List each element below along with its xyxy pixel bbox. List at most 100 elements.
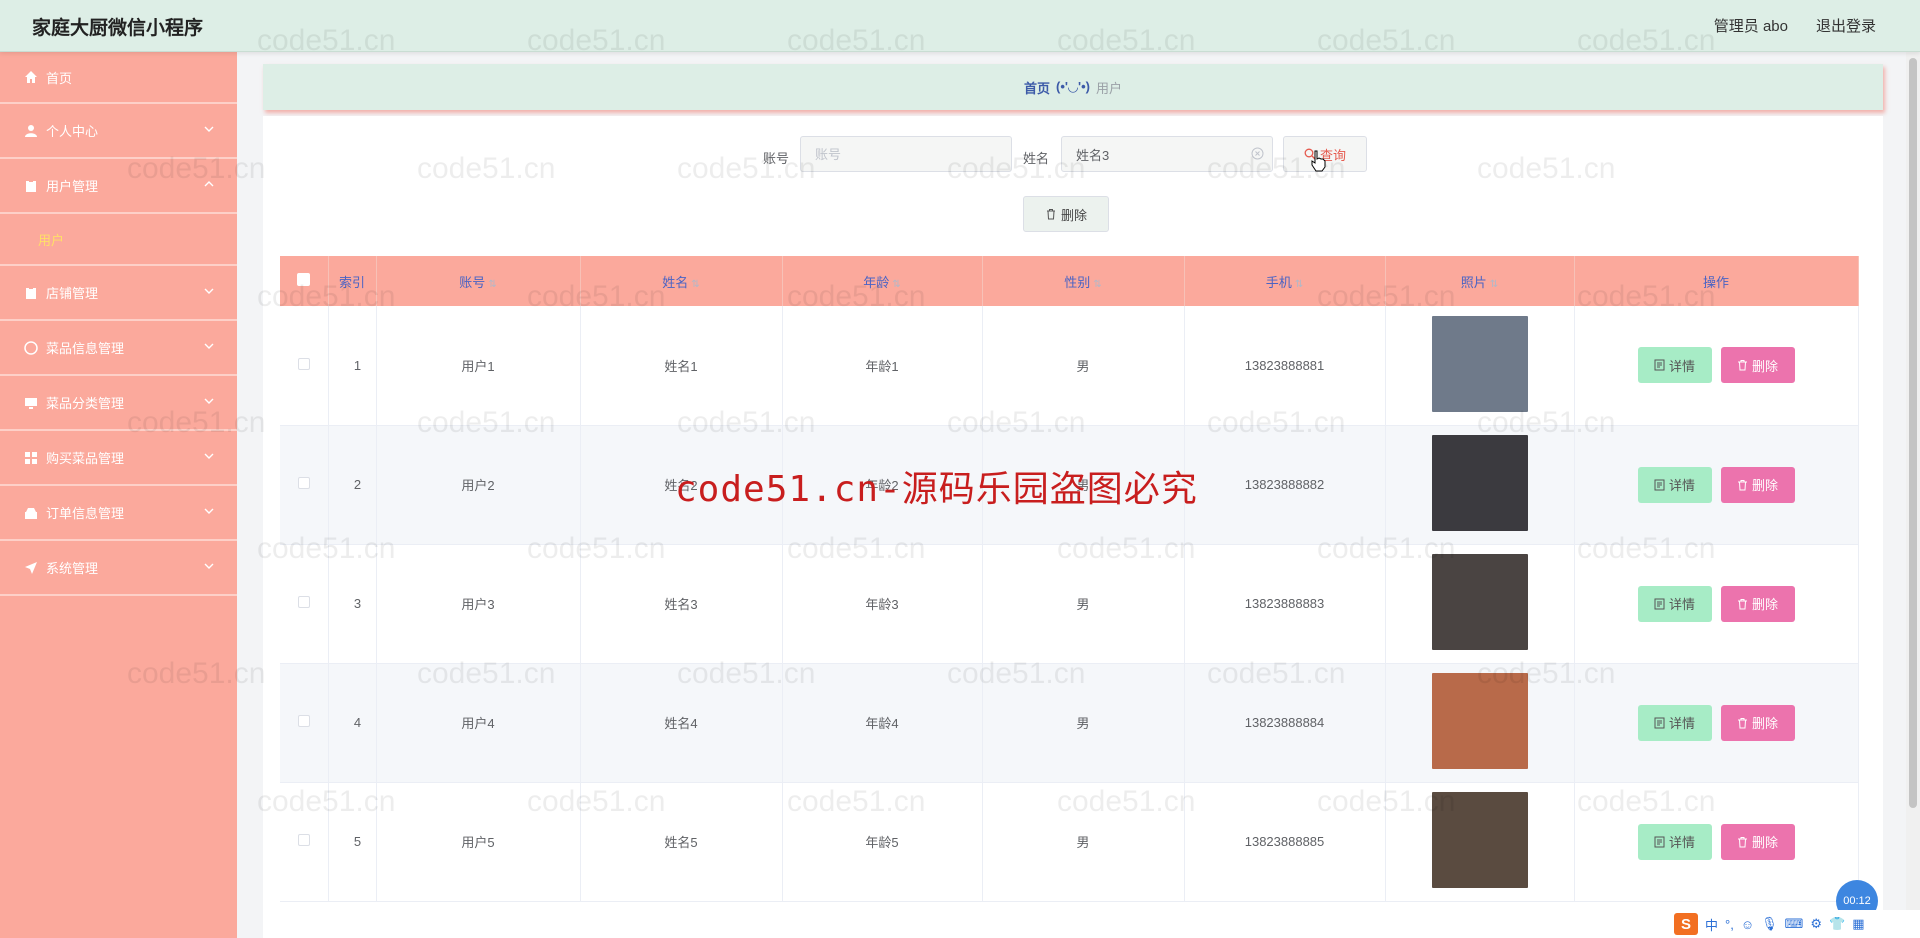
breadcrumb-home[interactable]: 首页	[1024, 78, 1050, 97]
sort-icon[interactable]: ⇅	[1295, 279, 1303, 290]
select-all-cell[interactable]	[280, 256, 329, 306]
batch-delete-button[interactable]: 删除	[1023, 196, 1109, 232]
sort-icon[interactable]: ⇅	[1093, 279, 1101, 290]
ime-logo[interactable]: S	[1674, 913, 1698, 935]
delete-button[interactable]: 删除	[1720, 585, 1795, 622]
row-checkbox[interactable]	[297, 715, 310, 727]
sidebar-item-home[interactable]: 首页	[0, 52, 237, 104]
trash-icon	[1737, 717, 1747, 728]
emoji-icon[interactable]: ☺	[1741, 917, 1754, 932]
chevron-down-icon	[204, 398, 214, 404]
chevron-down-icon	[204, 288, 214, 294]
ime-language[interactable]: 中	[1705, 915, 1718, 934]
row-checkbox[interactable]	[297, 596, 310, 608]
send-icon	[24, 561, 38, 575]
sidebar-item-shop-management[interactable]: 店铺管理	[0, 266, 237, 321]
sidebar-item-dish-category[interactable]: 菜品分类管理	[0, 376, 237, 431]
header-age[interactable]: 年龄 ⇅	[782, 256, 983, 306]
sidebar-item-label: 系统管理	[46, 561, 99, 576]
cell-gender: 男	[982, 663, 1185, 783]
logout-button[interactable]: 退出登录	[1816, 15, 1876, 36]
cell-actions: 详情 删除	[1574, 663, 1859, 783]
sidebar-item-purchase-dish[interactable]: 购买菜品管理	[0, 431, 237, 486]
detail-button[interactable]: 详情	[1637, 466, 1712, 503]
microphone-icon[interactable]: 🎙	[1761, 916, 1778, 932]
vertical-scrollbar[interactable]	[1906, 52, 1920, 938]
chevron-down-icon	[204, 508, 214, 514]
user-photo[interactable]	[1431, 554, 1528, 650]
row-checkbox[interactable]	[297, 477, 310, 489]
header-gender[interactable]: 性别 ⇅	[982, 256, 1185, 306]
cell-index: 3	[328, 544, 377, 664]
header-age-label: 年龄	[863, 274, 890, 290]
user-photo[interactable]	[1431, 315, 1528, 412]
sort-icon[interactable]: ⇅	[892, 279, 900, 290]
row-select-cell[interactable]	[280, 544, 329, 664]
sidebar-item-user-management[interactable]: 用户管理	[0, 159, 237, 214]
punctuation-icon[interactable]: °,	[1725, 917, 1734, 932]
grid-icon[interactable]: ▦	[1852, 916, 1864, 932]
detail-button-label: 详情	[1668, 478, 1695, 493]
sidebar-item-order-info[interactable]: 订单信息管理	[0, 486, 237, 541]
cell-age: 年龄1	[782, 306, 983, 426]
user-photo[interactable]	[1431, 673, 1528, 769]
cell-index: 4	[328, 663, 377, 783]
delete-button-label: 删除	[1751, 835, 1778, 850]
row-select-cell[interactable]	[280, 425, 329, 545]
sort-icon[interactable]: ⇅	[488, 279, 496, 290]
ime-toolbar: S 中 °, ☺ 🎙 ⌨ ⚙ 👕 ▦	[1666, 910, 1920, 938]
sidebar-item-label: 订单信息管理	[46, 506, 125, 521]
row-checkbox[interactable]	[297, 357, 310, 370]
clear-icon[interactable]	[1251, 147, 1264, 160]
detail-button[interactable]: 详情	[1637, 704, 1712, 741]
top-user-area: 管理员 abo 退出登录	[1714, 15, 1876, 36]
user-photo[interactable]	[1431, 792, 1528, 888]
row-select-cell[interactable]	[280, 782, 329, 902]
sort-icon[interactable]: ⇅	[1490, 279, 1498, 290]
trash-icon	[1737, 836, 1747, 847]
breadcrumb-current: 用户	[1095, 80, 1122, 96]
detail-button[interactable]: 详情	[1637, 347, 1712, 384]
cell-index: 2	[328, 425, 377, 545]
trash-icon	[1737, 479, 1747, 490]
sidebar-subitem-user[interactable]: 用户	[0, 214, 237, 266]
row-select-cell[interactable]	[280, 306, 329, 426]
header-name[interactable]: 姓名 ⇅	[580, 256, 783, 306]
detail-button-label: 详情	[1668, 358, 1695, 374]
cell-index: 5	[328, 782, 377, 902]
sidebar-item-dish-info[interactable]: 菜品信息管理	[0, 321, 237, 376]
sidebar-item-system[interactable]: 系统管理	[0, 541, 237, 596]
header-phone[interactable]: 手机 ⇅	[1184, 256, 1386, 306]
table-row: 1 用户1 姓名1 年龄1 男 13823888881 详情 删除	[280, 306, 1859, 426]
trash-icon	[1046, 209, 1055, 220]
cell-gender: 男	[982, 544, 1185, 664]
delete-button[interactable]: 删除	[1720, 347, 1795, 384]
user-icon	[24, 124, 38, 138]
cell-phone: 13823888884	[1184, 663, 1386, 783]
settings-icon[interactable]: ⚙	[1810, 916, 1822, 932]
name-input[interactable]	[1061, 136, 1273, 172]
sidebar-item-label: 用户管理	[46, 179, 99, 194]
detail-button[interactable]: 详情	[1637, 823, 1712, 860]
row-checkbox[interactable]	[297, 834, 310, 846]
header-account[interactable]: 账号 ⇅	[376, 256, 581, 306]
delete-button[interactable]: 删除	[1720, 466, 1795, 503]
sort-icon[interactable]: ⇅	[691, 279, 699, 290]
cell-age: 年龄4	[782, 663, 983, 783]
account-input[interactable]	[800, 136, 1012, 172]
detail-button[interactable]: 详情	[1637, 585, 1712, 622]
chevron-down-icon	[204, 453, 214, 459]
delete-button[interactable]: 删除	[1720, 823, 1795, 860]
delete-button[interactable]: 删除	[1720, 704, 1795, 741]
row-select-cell[interactable]	[280, 663, 329, 783]
skin-icon[interactable]: 👕	[1829, 916, 1845, 932]
select-all-checkbox[interactable]	[297, 273, 311, 286]
document-icon	[1654, 598, 1665, 609]
sidebar-item-personal-center[interactable]: 个人中心	[0, 104, 237, 159]
cell-photo	[1385, 425, 1575, 545]
user-photo[interactable]	[1431, 435, 1528, 531]
header-photo[interactable]: 照片 ⇅	[1385, 256, 1575, 306]
keyboard-icon[interactable]: ⌨	[1785, 916, 1804, 932]
current-user-label: 管理员 abo	[1713, 18, 1788, 35]
scrollbar-thumb[interactable]	[1909, 58, 1917, 808]
